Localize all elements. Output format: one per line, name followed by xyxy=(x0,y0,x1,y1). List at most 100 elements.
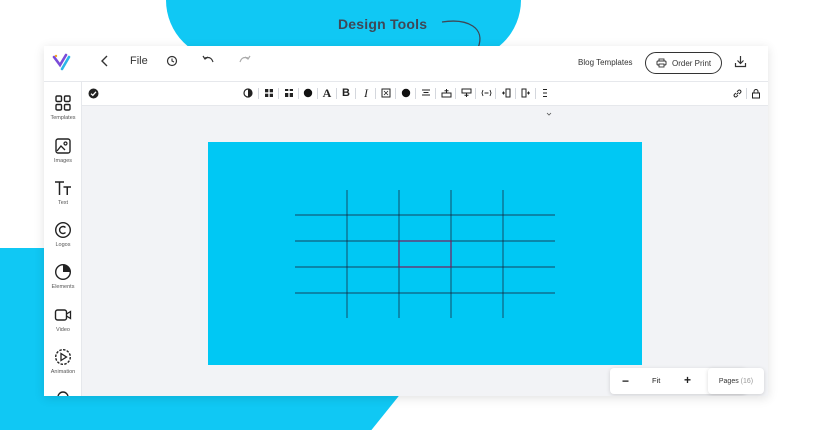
italic-button[interactable]: I xyxy=(359,86,373,100)
lock-button[interactable] xyxy=(749,86,763,100)
zoom-out-button[interactable]: − xyxy=(622,374,629,388)
undo-button[interactable] xyxy=(202,55,215,65)
design-toolbar: A B I xyxy=(44,82,768,106)
border-color-button[interactable] xyxy=(399,86,413,100)
grid-layout-button[interactable] xyxy=(262,86,276,100)
resize-button[interactable] xyxy=(379,86,393,100)
link-button[interactable] xyxy=(730,86,744,100)
order-print-label: Order Print xyxy=(672,58,712,68)
toolbar-divider xyxy=(475,88,476,99)
font-button[interactable]: A xyxy=(320,86,334,100)
row-below-button[interactable] xyxy=(459,86,473,100)
editor-window: File Blog Templates Order Print A B I Te… xyxy=(44,46,768,396)
contrast-button[interactable] xyxy=(241,86,255,100)
undo-icon xyxy=(202,55,214,63)
chevron-down-icon[interactable] xyxy=(546,112,552,116)
text-icon xyxy=(55,181,71,195)
redo-button[interactable] xyxy=(238,55,251,65)
toolbar-divider xyxy=(415,88,416,99)
sidebar-item-label: Images xyxy=(53,158,73,164)
toolbar-divider xyxy=(435,88,436,99)
history-icon xyxy=(166,55,178,67)
contrast-icon xyxy=(243,88,253,98)
toolbar-divider xyxy=(317,88,318,99)
insert-column-icon xyxy=(502,88,511,98)
toolbar-divider xyxy=(298,88,299,99)
logos-icon xyxy=(54,221,72,239)
design-canvas[interactable] xyxy=(208,142,642,365)
pages-count: (16) xyxy=(740,377,754,385)
more-vertical-icon xyxy=(543,89,547,97)
sidebar-item-elements[interactable]: Elements xyxy=(44,263,82,290)
redo-icon xyxy=(239,55,251,63)
zoom-in-button[interactable]: + xyxy=(684,373,691,387)
sidebar-item-images[interactable]: Images xyxy=(44,137,82,164)
download-icon xyxy=(734,56,747,68)
printer-icon xyxy=(656,58,667,68)
col-right-button[interactable] xyxy=(519,86,533,100)
align-center-icon xyxy=(422,89,430,96)
sidebar-item-logos[interactable]: Logos xyxy=(44,221,82,248)
sidebar-item-label: Elements xyxy=(51,284,75,290)
column-width-icon xyxy=(481,89,491,97)
table-icon xyxy=(285,89,293,97)
stage: Design Tools File Blog Templates Order P… xyxy=(0,0,834,430)
color-dot-icon xyxy=(401,88,411,98)
toolbar-divider xyxy=(278,88,279,99)
toolbar-divider xyxy=(375,88,376,99)
history-button[interactable] xyxy=(166,55,178,67)
toolbar-divider xyxy=(746,88,747,99)
fill-color-button[interactable] xyxy=(301,86,315,100)
templates-icon xyxy=(55,95,71,111)
toolbar-divider xyxy=(336,88,337,99)
app-logo-icon[interactable] xyxy=(52,53,72,73)
sidebar-item-label: Logos xyxy=(55,242,71,248)
design-tools-callout: Design Tools xyxy=(338,16,428,32)
color-dot-icon xyxy=(303,88,313,98)
file-menu-button[interactable]: File xyxy=(130,55,148,67)
back-button[interactable] xyxy=(98,55,112,67)
insert-row-icon xyxy=(441,89,451,98)
download-button[interactable] xyxy=(734,55,747,68)
more-icon xyxy=(57,391,69,396)
bold-button[interactable]: B xyxy=(339,86,353,100)
sidebar-item-templates[interactable]: Templates xyxy=(44,94,82,121)
sidebar-item-more[interactable] xyxy=(44,388,82,396)
images-icon xyxy=(55,138,71,154)
selected-cell[interactable] xyxy=(398,240,452,268)
order-print-button[interactable]: Order Print xyxy=(645,52,723,74)
more-options-button[interactable] xyxy=(538,86,552,100)
align-button[interactable] xyxy=(419,86,433,100)
sidebar-item-animation[interactable]: Animation xyxy=(44,348,82,375)
link-icon xyxy=(733,89,741,97)
pages-button[interactable]: Pages (16) xyxy=(708,368,764,394)
chevron-left-icon xyxy=(101,55,108,67)
insert-row-below-icon xyxy=(461,88,471,97)
sidebar-item-label: Animation xyxy=(50,369,76,375)
animation-icon xyxy=(54,348,72,366)
top-bar: File Blog Templates Order Print xyxy=(44,46,768,82)
toolbar-divider xyxy=(355,88,356,99)
column-width-button[interactable] xyxy=(479,86,493,100)
select-check-button[interactable] xyxy=(86,86,100,100)
sidebar-item-label: Text xyxy=(57,200,69,206)
sidebar-item-video[interactable]: Video xyxy=(44,306,82,333)
table-grid[interactable] xyxy=(295,190,555,318)
row-above-button[interactable] xyxy=(439,86,453,100)
blog-templates-link[interactable]: Blog Templates xyxy=(578,58,633,67)
lock-icon xyxy=(752,88,760,98)
decorative-blob-bottom xyxy=(0,392,402,430)
zoom-level[interactable]: Fit xyxy=(652,376,660,385)
expand-icon xyxy=(381,88,391,98)
toolbar-divider xyxy=(455,88,456,99)
pages-label: Pages xyxy=(718,377,739,385)
elements-icon xyxy=(54,263,72,281)
table-layout-button[interactable] xyxy=(282,86,296,100)
toolbar-divider xyxy=(495,88,496,99)
toolbar-divider xyxy=(535,88,536,99)
sidebar-item-text[interactable]: Text xyxy=(44,179,82,206)
col-left-button[interactable] xyxy=(499,86,513,100)
workspace xyxy=(82,106,768,396)
insert-column-right-icon xyxy=(521,88,530,98)
grid-icon xyxy=(265,89,273,97)
